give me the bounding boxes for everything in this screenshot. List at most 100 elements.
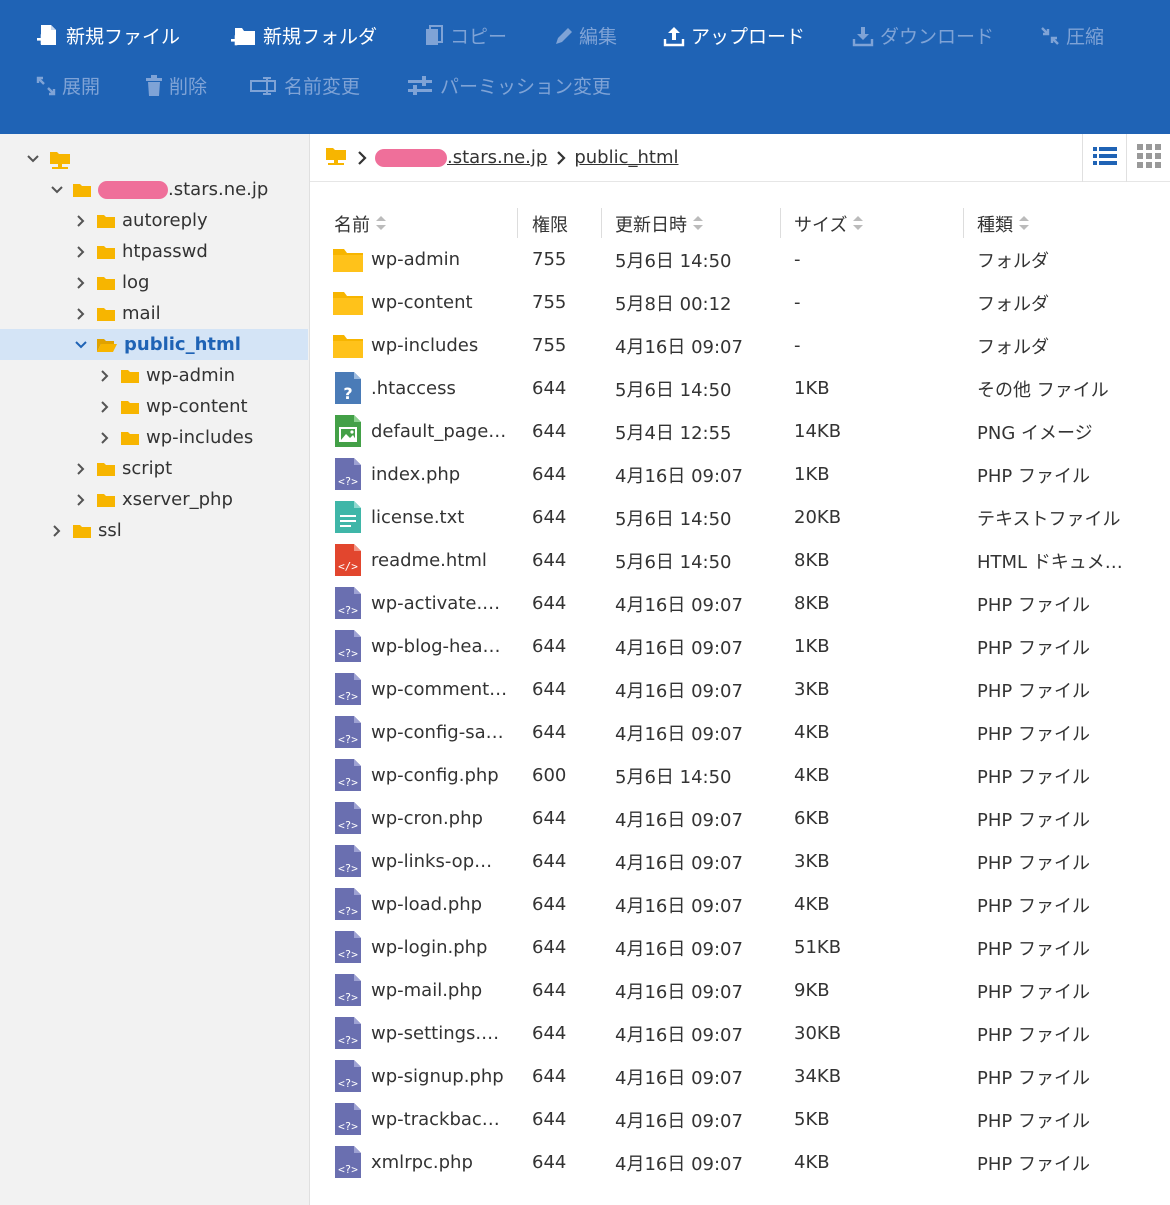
file-row[interactable]: <?> wp-activate.… 644 4月16日 09:07 8KB PHP ファイ… — [310, 582, 1170, 625]
file-row[interactable]: wp-admin 755 5月6日 14:50 - フォルダ — [310, 238, 1170, 281]
file-kind-text: PHP ファイル — [977, 938, 1090, 960]
tree-item-domain[interactable]: .stars.ne.jp — [0, 174, 308, 205]
file-modified-date: 5月6日 14:50 — [615, 250, 732, 272]
tree-item-wp-content[interactable]: wp-content — [0, 391, 308, 422]
chevron-right-icon[interactable] — [98, 400, 112, 414]
file-row[interactable]: </> readme.html 644 5月6日 14:50 8KB HTML ドキュメ… — [310, 539, 1170, 582]
tree-item-wp-includes[interactable]: wp-includes — [0, 422, 308, 453]
chevron-right-icon[interactable] — [74, 307, 88, 321]
tree-item-wp-admin[interactable]: wp-admin — [0, 360, 308, 391]
column-header-name[interactable]: 名前 — [334, 211, 386, 237]
file-size: 5KB — [794, 1109, 830, 1130]
grid-view-button[interactable] — [1126, 134, 1170, 182]
file-name: wp-settings.… — [371, 1012, 511, 1055]
file-row[interactable]: <?> wp-blog-hea… 644 4月16日 09:07 1KB PHP ファイル — [310, 625, 1170, 668]
file-modified-date: 5月6日 14:50 — [615, 551, 732, 573]
file-modified-date: 4月16日 09:07 — [615, 895, 743, 917]
svg-text:</>: </> — [338, 560, 358, 573]
file-row[interactable]: <?> wp-links-op… 644 4月16日 09:07 3KB PHP ファイル — [310, 840, 1170, 883]
column-header-kind[interactable]: 種類 — [977, 211, 1029, 237]
file-row[interactable]: <?> wp-trackbac… 644 4月16日 09:07 5KB PHP ファイル — [310, 1098, 1170, 1141]
file-permission: 644 — [532, 1023, 567, 1044]
file-row[interactable]: <?> wp-load.php 644 4月16日 09:07 4KB PHP ファイル — [310, 883, 1170, 926]
file-kind: フォルダ — [977, 281, 1137, 324]
rename-label: 名前変更 — [284, 76, 361, 98]
tree-item-public-html[interactable]: public_html — [0, 329, 308, 360]
compress-icon — [1040, 26, 1060, 46]
file-row[interactable]: <?> wp-cron.php 644 4月16日 09:07 6KB PHP ファイル — [310, 797, 1170, 840]
file-row[interactable]: <?> wp-settings.… 644 4月16日 09:07 30KB PHP ファ… — [310, 1012, 1170, 1055]
file-kind: PHP ファイル — [977, 754, 1137, 797]
chevron-down-icon[interactable] — [50, 183, 64, 197]
chevron-right-icon[interactable] — [74, 276, 88, 290]
file-row[interactable]: ? .htaccess 644 5月6日 14:50 1KB その他 ファイル — [310, 367, 1170, 410]
tree-item-log[interactable]: log — [0, 267, 308, 298]
chevron-down-icon[interactable] — [74, 338, 88, 352]
chevron-right-icon[interactable] — [74, 214, 88, 228]
file-row[interactable]: <?> wp-comment… 644 4月16日 09:07 3KB PHP ファイル — [310, 668, 1170, 711]
file-kind-text: PHP ファイル — [977, 809, 1090, 831]
file-kind-text: PHP ファイル — [977, 895, 1090, 917]
image-file-icon — [332, 414, 364, 448]
rename-button[interactable]: 名前変更 — [250, 72, 360, 99]
chevron-right-icon[interactable] — [74, 245, 88, 259]
file-row[interactable]: license.txt 644 5月6日 14:50 20KB テキストファイル — [310, 496, 1170, 539]
file-row[interactable]: <?> wp-config-sa… 644 4月16日 09:07 4KB PHP ファイ… — [310, 711, 1170, 754]
download-label: ダウンロード — [880, 26, 995, 48]
tree-item-mail[interactable]: mail — [0, 298, 308, 329]
file-row[interactable]: <?> index.php 644 4月16日 09:07 1KB PHP ファイル — [310, 453, 1170, 496]
tree-item-autoreply[interactable]: autoreply — [0, 205, 308, 236]
file-name-text: wp-content — [371, 292, 473, 313]
file-permission: 644 — [532, 937, 567, 958]
download-button[interactable]: ダウンロード — [852, 22, 994, 49]
chevron-down-icon[interactable] — [26, 152, 40, 166]
edit-button[interactable]: 編集 — [553, 22, 617, 49]
file-row[interactable]: <?> wp-signup.php 644 4月16日 09:07 34KB PHP ファ… — [310, 1055, 1170, 1098]
file-kind: フォルダ — [977, 324, 1137, 367]
svg-text:<?>: <?> — [338, 776, 358, 789]
tree-item-xserver-php[interactable]: xserver_php — [0, 484, 308, 515]
list-view-button[interactable] — [1082, 134, 1126, 182]
upload-button[interactable]: アップロード — [663, 22, 805, 49]
breadcrumb-current-link[interactable]: public_html — [574, 147, 678, 168]
new-folder-button[interactable]: 新規フォルダ — [231, 22, 377, 49]
file-row[interactable]: <?> wp-login.php 644 4月16日 09:07 51KB PHP ファイ… — [310, 926, 1170, 969]
delete-button[interactable]: 削除 — [145, 72, 207, 99]
column-header-permission: 権限 — [532, 211, 568, 237]
tree-item-ssl[interactable]: ssl — [0, 515, 308, 546]
chevron-right-icon[interactable] — [74, 462, 88, 476]
svg-text:<?>: <?> — [338, 819, 358, 832]
file-permission: 644 — [532, 722, 567, 743]
column-header-size[interactable]: サイズ — [794, 211, 864, 237]
file-row[interactable]: <?> wp-mail.php 644 4月16日 09:07 9KB PHP ファイル — [310, 969, 1170, 1012]
column-label: サイズ — [794, 215, 848, 236]
file-name-text: wp-config.php — [371, 765, 499, 786]
file-size: - — [794, 335, 801, 356]
new-file-button[interactable]: 新規ファイル — [36, 22, 180, 49]
breadcrumb-domain-link[interactable]: .stars.ne.jp — [447, 147, 547, 168]
chevron-right-icon[interactable] — [74, 493, 88, 507]
php-file-icon: <?> — [332, 715, 364, 749]
copy-button[interactable]: コピー — [424, 22, 507, 49]
copy-icon — [424, 24, 444, 48]
file-row[interactable]: default_page… 644 5月4日 12:55 14KB PNG イメージ — [310, 410, 1170, 453]
tree-item-root[interactable] — [0, 143, 308, 174]
compress-button[interactable]: 圧縮 — [1040, 22, 1104, 49]
file-size: 3KB — [794, 851, 830, 872]
file-modified-date: 5月4日 12:55 — [615, 422, 732, 444]
root-folder-icon[interactable] — [324, 145, 348, 170]
file-row[interactable]: <?> xmlrpc.php 644 4月16日 09:07 4KB PHP ファイル — [310, 1141, 1170, 1184]
chevron-right-icon[interactable] — [98, 431, 112, 445]
column-header-date[interactable]: 更新日時 — [615, 211, 703, 237]
file-kind: テキストファイル — [977, 496, 1137, 539]
file-row[interactable]: <?> wp-config.php 600 5月6日 14:50 4KB PHP ファイル — [310, 754, 1170, 797]
tree-item-script[interactable]: script — [0, 453, 308, 484]
file-kind-text: PHP ファイル — [977, 465, 1090, 487]
permission-button[interactable]: パーミッション変更 — [406, 72, 611, 99]
chevron-right-icon[interactable] — [98, 369, 112, 383]
file-row[interactable]: wp-content 755 5月8日 00:12 - フォルダ — [310, 281, 1170, 324]
file-row[interactable]: wp-includes 755 4月16日 09:07 - フォルダ — [310, 324, 1170, 367]
chevron-right-icon[interactable] — [50, 524, 64, 538]
tree-item-htpasswd[interactable]: htpasswd — [0, 236, 308, 267]
extract-button[interactable]: 展開 — [36, 72, 100, 99]
